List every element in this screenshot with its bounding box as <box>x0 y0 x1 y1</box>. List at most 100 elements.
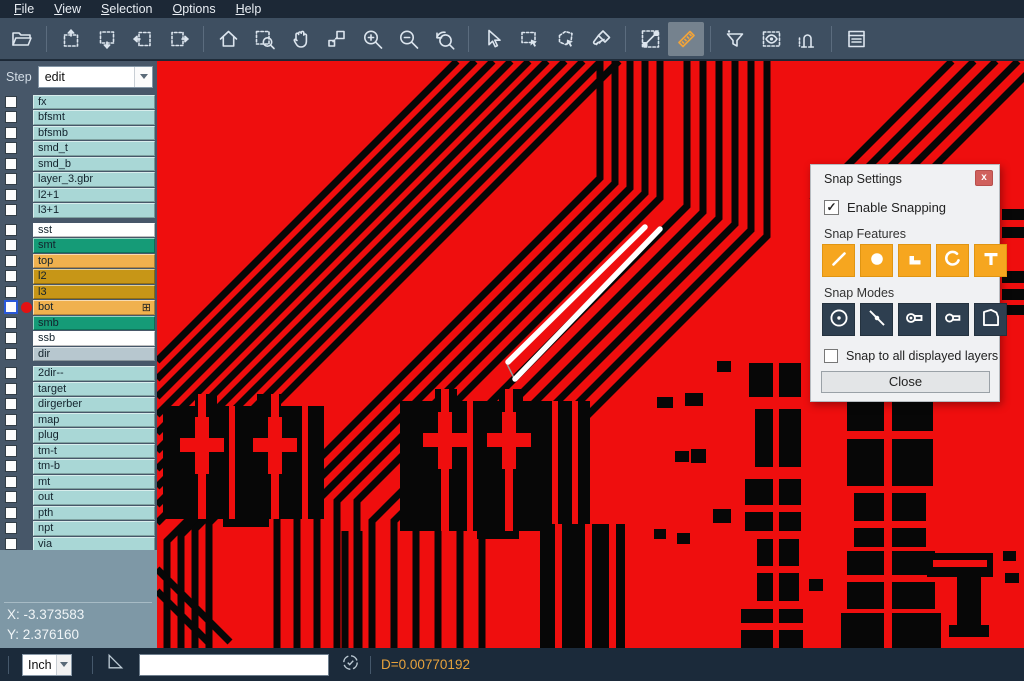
menu-options[interactable]: Options <box>162 1 225 18</box>
measure-segment-button[interactable] <box>632 22 668 56</box>
layer-visibility-checkbox[interactable] <box>5 522 17 534</box>
layer-visibility-checkbox[interactable] <box>5 301 17 313</box>
layer-visibility-checkbox[interactable] <box>5 348 17 360</box>
snap-mode-contour-button[interactable] <box>974 303 1007 336</box>
snap-mode-end-button[interactable] <box>936 303 969 336</box>
layer-name[interactable]: npt <box>33 521 155 536</box>
layer-name[interactable]: fx <box>33 95 155 110</box>
layer-visibility-checkbox[interactable] <box>5 286 17 298</box>
layers-panel-button[interactable] <box>838 22 874 56</box>
layer-visibility-checkbox[interactable] <box>5 173 17 185</box>
snap-all-layers-checkbox[interactable] <box>824 349 838 363</box>
pan-left-button[interactable] <box>125 22 161 56</box>
layer-name[interactable]: dirgerber <box>33 397 155 412</box>
snap-text-button[interactable] <box>974 244 1007 277</box>
layer-visibility-checkbox[interactable] <box>5 204 17 216</box>
enable-snapping-checkbox[interactable]: ✓ <box>824 200 839 215</box>
layer-visibility-checkbox[interactable] <box>5 460 17 472</box>
layer-name[interactable]: smb <box>33 316 155 331</box>
layer-visibility-checkbox[interactable] <box>5 491 17 503</box>
layer-name[interactable]: 2dir-- <box>33 366 155 381</box>
measure-ruler-button[interactable] <box>668 22 704 56</box>
layer-name[interactable]: map <box>33 413 155 428</box>
layer-visibility-checkbox[interactable] <box>5 507 17 519</box>
layer-visibility-checkbox[interactable] <box>5 367 17 379</box>
zoom-in-button[interactable] <box>354 22 390 56</box>
layer-name[interactable]: smt <box>33 238 155 253</box>
layer-name[interactable]: out <box>33 490 155 505</box>
layer-name[interactable]: l2 <box>33 269 155 284</box>
layer-visibility-checkbox[interactable] <box>5 189 17 201</box>
layer-name[interactable]: target <box>33 382 155 397</box>
select-polygon-button[interactable] <box>547 22 583 56</box>
layer-visibility-checkbox[interactable] <box>5 445 17 457</box>
zoom-previous-button[interactable] <box>426 22 462 56</box>
layer-name[interactable]: dir <box>33 347 155 362</box>
layer-name[interactable]: via <box>33 537 155 552</box>
pan-down-button[interactable] <box>89 22 125 56</box>
layer-visibility-checkbox[interactable] <box>5 270 17 282</box>
layer-visibility-checkbox[interactable] <box>5 158 17 170</box>
layer-name[interactable]: smd_t <box>33 141 155 156</box>
layer-visibility-checkbox[interactable] <box>5 239 17 251</box>
menu-selection[interactable]: Selection <box>91 1 162 18</box>
layer-name[interactable]: plug <box>33 428 155 443</box>
layer-grid-icon[interactable]: ⊞ <box>142 301 151 314</box>
highlight-brush-button[interactable] <box>583 22 619 56</box>
pan-right-button[interactable] <box>161 22 197 56</box>
layer-name[interactable]: mt <box>33 475 155 490</box>
open-file-button[interactable] <box>4 22 40 56</box>
layer-visibility-checkbox[interactable] <box>5 224 17 236</box>
units-select[interactable]: Inch <box>22 654 72 676</box>
layer-name[interactable]: layer_3.gbr <box>33 172 155 187</box>
snap-mode-midpoint-button[interactable] <box>860 303 893 336</box>
layer-name[interactable]: tm-t <box>33 444 155 459</box>
zoom-out-button[interactable] <box>390 22 426 56</box>
layer-visibility-checkbox[interactable] <box>5 96 17 108</box>
layer-visibility-checkbox[interactable] <box>5 317 17 329</box>
layer-name[interactable]: pth <box>33 506 155 521</box>
layer-name[interactable]: smd_b <box>33 157 155 172</box>
layer-visibility-checkbox[interactable] <box>5 255 17 267</box>
snap-mode-entry-button[interactable] <box>898 303 931 336</box>
snap-arc-button[interactable] <box>936 244 969 277</box>
layer-visibility-checkbox[interactable] <box>5 398 17 410</box>
view-options-button[interactable] <box>753 22 789 56</box>
zoom-home-button[interactable] <box>210 22 246 56</box>
filter-button[interactable] <box>717 22 753 56</box>
zoom-object-button[interactable] <box>318 22 354 56</box>
menu-view[interactable]: View <box>44 1 91 18</box>
zoom-window-button[interactable] <box>246 22 282 56</box>
snap-line-button[interactable] <box>822 244 855 277</box>
snap-surface-button[interactable] <box>898 244 931 277</box>
layer-visibility-checkbox[interactable] <box>5 111 17 123</box>
snap-pad-button[interactable] <box>860 244 893 277</box>
pan-hand-button[interactable] <box>282 22 318 56</box>
layer-visibility-checkbox[interactable] <box>5 127 17 139</box>
layer-name[interactable]: top <box>33 254 155 269</box>
layer-name[interactable]: l3+1 <box>33 203 155 218</box>
layer-visibility-checkbox[interactable] <box>5 414 17 426</box>
menu-help[interactable]: Help <box>226 1 272 18</box>
layer-visibility-checkbox[interactable] <box>5 142 17 154</box>
menu-file[interactable]: File <box>4 1 44 18</box>
measure-value-input[interactable] <box>139 654 329 676</box>
layer-name[interactable]: l3 <box>33 285 155 300</box>
step-select[interactable]: edit <box>38 66 153 88</box>
close-button[interactable]: Close <box>821 371 990 393</box>
chevron-down-icon[interactable] <box>134 67 152 87</box>
select-pointer-button[interactable] <box>475 22 511 56</box>
layer-visibility-checkbox[interactable] <box>5 429 17 441</box>
layer-name[interactable]: bfsmt <box>33 110 155 125</box>
layer-name[interactable]: bot⊞ <box>33 300 155 315</box>
layer-name[interactable]: ssb <box>33 331 155 346</box>
layer-name[interactable]: sst <box>33 223 155 238</box>
layer-visibility-checkbox[interactable] <box>5 476 17 488</box>
layer-visibility-checkbox[interactable] <box>5 538 17 550</box>
layer-name[interactable]: l2+1 <box>33 188 155 203</box>
close-icon[interactable]: x <box>975 170 993 186</box>
layer-visibility-checkbox[interactable] <box>5 332 17 344</box>
chevron-down-icon[interactable] <box>56 655 71 675</box>
select-rectangle-button[interactable] <box>511 22 547 56</box>
apply-check-icon[interactable] <box>341 653 360 677</box>
